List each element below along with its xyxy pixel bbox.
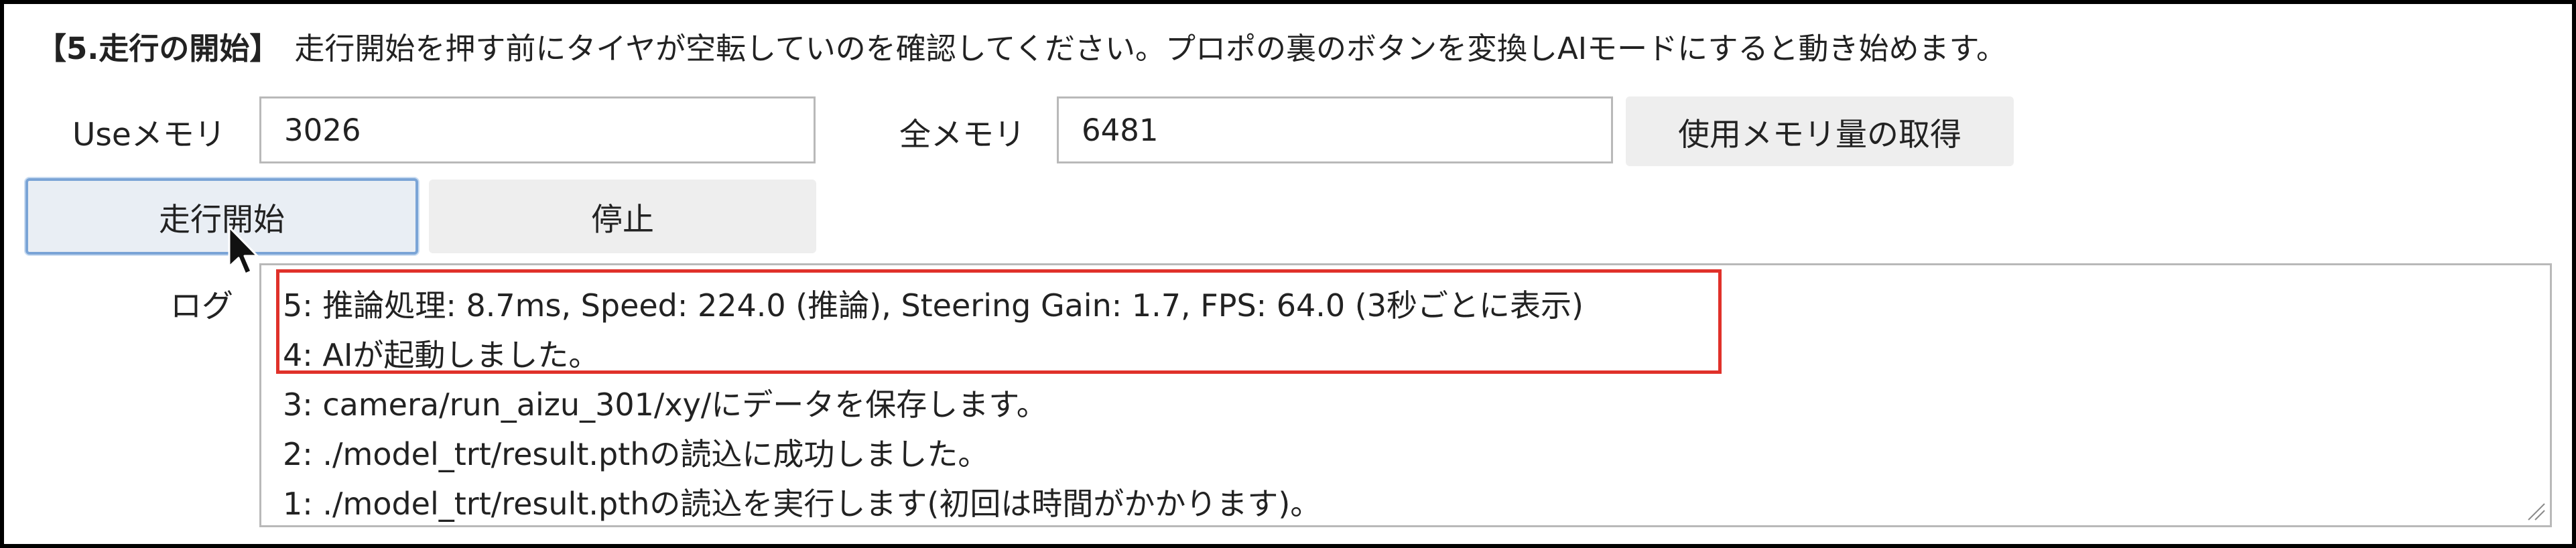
resize-grip-icon[interactable]: [2526, 501, 2546, 521]
section-heading: 【5.走行の開始】 走行開始を押す前にタイヤが空転していのを確認してください。プ…: [36, 20, 2006, 71]
section-title: 【5.走行の開始】: [36, 30, 280, 66]
total-memory-label: 全メモリ: [899, 116, 1025, 153]
section-instruction: 走行開始を押す前にタイヤが空転していのを確認してください。プロポの裏のボタンを変…: [294, 30, 2007, 66]
mouse-pointer-icon: [228, 226, 259, 275]
log-line-3: 3: camera/run_aizu_301/xy/にデータを保存します。: [283, 387, 1047, 423]
log-line-1: 1: ./model_trt/result.pthの読込を実行します(初回は時間…: [283, 486, 1322, 522]
log-label: ログ: [170, 287, 233, 325]
use-memory-field[interactable]: 3026: [259, 96, 816, 163]
log-line-2: 2: ./model_trt/result.pthの読込に成功しました。: [283, 436, 989, 472]
start-run-button[interactable]: 走行開始: [25, 178, 418, 255]
log-highlight-box: [276, 269, 1722, 374]
use-memory-label: Useメモリ: [72, 116, 226, 153]
fetch-memory-button[interactable]: 使用メモリ量の取得: [1626, 96, 2014, 166]
stop-button[interactable]: 停止: [429, 180, 816, 253]
total-memory-field[interactable]: 6481: [1057, 96, 1613, 163]
